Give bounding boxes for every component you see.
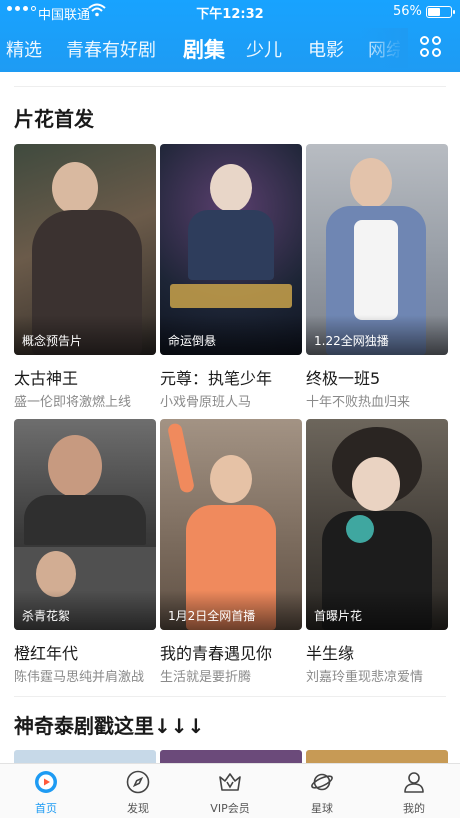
- poster-thumbnail[interactable]: 概念预告片: [14, 144, 156, 355]
- poster-figure: [346, 515, 374, 543]
- nav-home[interactable]: 首页: [0, 764, 92, 818]
- video-subtitle: 十年不败热血归来: [306, 395, 411, 410]
- poster-thumbnail[interactable]: 命运倒悬: [160, 144, 302, 355]
- status-bar: 中国联通 下午12:32 56%: [0, 0, 460, 24]
- poster-figure: [352, 457, 400, 511]
- channel-grid-icon[interactable]: [420, 36, 442, 58]
- poster-thumbnail[interactable]: [160, 750, 302, 764]
- battery-percent: 56%: [393, 4, 422, 19]
- video-badge: 1.22全网独播: [314, 334, 389, 348]
- nav-label: 发现: [127, 802, 149, 815]
- top-header: 中国联通 下午12:32 56% 精选 青春有好剧 剧集 少儿 电影 网综: [0, 0, 460, 72]
- video-subtitle: 小戏骨原班人马: [160, 395, 252, 410]
- tab-qingchun[interactable]: 青春有好剧: [66, 36, 156, 62]
- poster-figure: [166, 422, 196, 494]
- poster-thumbnail[interactable]: 首曝片花: [306, 419, 448, 630]
- poster-thumbnail[interactable]: [14, 750, 156, 764]
- video-title[interactable]: 我的青春遇见你: [160, 640, 302, 664]
- nav-label: VIP会员: [210, 802, 250, 815]
- video-subtitle: 盛一伦即将激燃上线: [14, 395, 132, 410]
- video-subtitle: 陈伟霆马思纯并肩激战: [14, 670, 145, 685]
- video-subtitle: 刘嘉玲重现悲凉爱情: [306, 670, 424, 685]
- poster-figure: [48, 435, 102, 497]
- poster-figure: [170, 284, 292, 308]
- video-title[interactable]: 橙红年代: [14, 640, 156, 664]
- tab-jingxuan[interactable]: 精选: [6, 36, 42, 62]
- battery-icon: [426, 6, 455, 18]
- channel-tabs: 精选 青春有好剧 剧集 少儿 电影 网综: [0, 28, 400, 68]
- video-card[interactable]: 命运倒悬 元尊：执笔少年 小戏骨原班人马: [160, 144, 302, 410]
- bottom-nav: 首页 发现 VIP会员 星球 我的: [0, 763, 460, 818]
- poster-figure: [210, 455, 252, 503]
- nav-label: 我的: [403, 802, 425, 815]
- divider: [14, 696, 446, 697]
- nav-planet[interactable]: 星球: [276, 764, 368, 818]
- video-subtitle: 生活就是要折腾: [160, 670, 252, 685]
- video-title[interactable]: 元尊：执笔少年: [160, 365, 302, 389]
- video-card[interactable]: 1.22全网独播 终极一班5 十年不败热血归来: [306, 144, 448, 410]
- planet-icon: [311, 773, 333, 791]
- compass-icon: [126, 770, 150, 794]
- poster-figure: [210, 164, 252, 212]
- video-title[interactable]: 太古神王: [14, 365, 156, 389]
- section-title-trailers: 片花首发: [14, 107, 94, 131]
- video-card[interactable]: 1月2日全网首播 我的青春遇见你 生活就是要折腾: [160, 419, 302, 685]
- poster-thumbnail[interactable]: 1月2日全网首播: [160, 419, 302, 630]
- home-play-icon: [35, 771, 57, 793]
- tab-shaoer[interactable]: 少儿: [246, 36, 282, 62]
- nav-label: 首页: [35, 802, 57, 815]
- video-badge: 命运倒悬: [168, 334, 217, 348]
- profile-icon: [404, 772, 424, 793]
- video-badge: 杀青花絮: [22, 609, 71, 623]
- poster-figure: [188, 210, 274, 280]
- poster-figure: [354, 220, 398, 320]
- tab-dianying[interactable]: 电影: [308, 36, 344, 62]
- video-badge: 1月2日全网首播: [168, 609, 256, 623]
- nav-vip[interactable]: VIP会员: [184, 764, 276, 818]
- video-card[interactable]: 杀青花絮 橙红年代 陈伟霆马思纯并肩激战: [14, 419, 156, 685]
- nav-label: 星球: [311, 802, 333, 815]
- tab-juji[interactable]: 剧集: [183, 34, 225, 64]
- section-title-thai-drama: 神奇泰剧戳这里↓↓↓: [14, 714, 205, 738]
- video-card[interactable]: 首曝片花 半生缘 刘嘉玲重现悲凉爱情: [306, 419, 448, 685]
- poster-figure: [350, 158, 392, 208]
- nav-profile[interactable]: 我的: [368, 764, 460, 818]
- poster-thumbnail[interactable]: 1.22全网独播: [306, 144, 448, 355]
- crown-vip-icon: [219, 773, 241, 791]
- video-card[interactable]: 概念预告片 太古神王 盛一伦即将激燃上线: [14, 144, 156, 410]
- nav-discover[interactable]: 发现: [92, 764, 184, 818]
- tabs-fade: [360, 28, 408, 68]
- video-badge: 首曝片花: [314, 609, 363, 623]
- video-title[interactable]: 半生缘: [306, 640, 448, 664]
- poster-thumbnail[interactable]: [306, 750, 448, 764]
- divider: [14, 86, 446, 87]
- clock-time: 下午12:32: [196, 7, 264, 22]
- poster-figure: [52, 162, 98, 214]
- poster-thumbnail[interactable]: 杀青花絮: [14, 419, 156, 630]
- poster-figure: [24, 495, 146, 545]
- video-title[interactable]: 终极一班5: [306, 365, 448, 389]
- video-badge: 概念预告片: [22, 334, 83, 348]
